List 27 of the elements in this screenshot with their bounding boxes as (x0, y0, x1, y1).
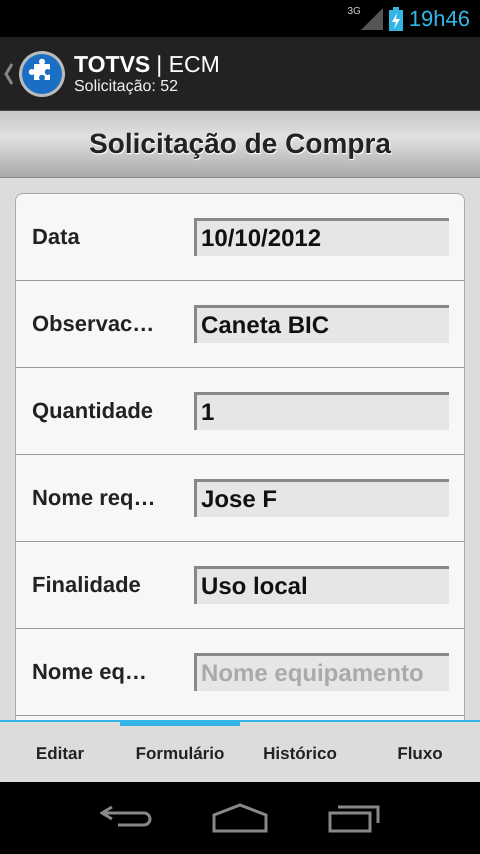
field-label: Quantidade (32, 398, 154, 424)
app-title: TOTVS (74, 51, 150, 78)
field-label: Observac… (32, 311, 156, 337)
field-label: Data (32, 224, 81, 250)
home-icon[interactable] (212, 803, 268, 833)
text-field[interactable]: 1 (194, 392, 449, 430)
tab[interactable]: Editar (0, 720, 120, 782)
tab[interactable]: Histórico (240, 720, 360, 782)
text-field[interactable]: Caneta BIC (194, 305, 449, 343)
puzzle-logo-icon (18, 50, 66, 98)
field-label: Nome eq… (32, 659, 148, 685)
text-field[interactable]: 10/10/2012 (194, 218, 449, 256)
clock: 19h46 (408, 6, 470, 32)
network-type: 3G (347, 6, 361, 17)
request-number: Solicitação: 52 (74, 78, 180, 96)
battery-icon (388, 6, 403, 30)
back-caret-icon[interactable] (4, 62, 14, 86)
text-field[interactable]: Jose F (194, 479, 449, 517)
text-field[interactable]: Nome equipamento (194, 653, 449, 691)
form-title: Solicitação de Compra (89, 128, 391, 160)
app-subtitle-product: | ECM (156, 51, 220, 78)
recent-apps-icon[interactable] (328, 803, 380, 833)
tab[interactable]: Fluxo (360, 720, 480, 782)
field-label: Finalidade (32, 572, 142, 598)
field-label: Nome req… (32, 485, 156, 511)
signal-icon (360, 8, 383, 30)
text-field[interactable]: Uso local (194, 566, 449, 604)
